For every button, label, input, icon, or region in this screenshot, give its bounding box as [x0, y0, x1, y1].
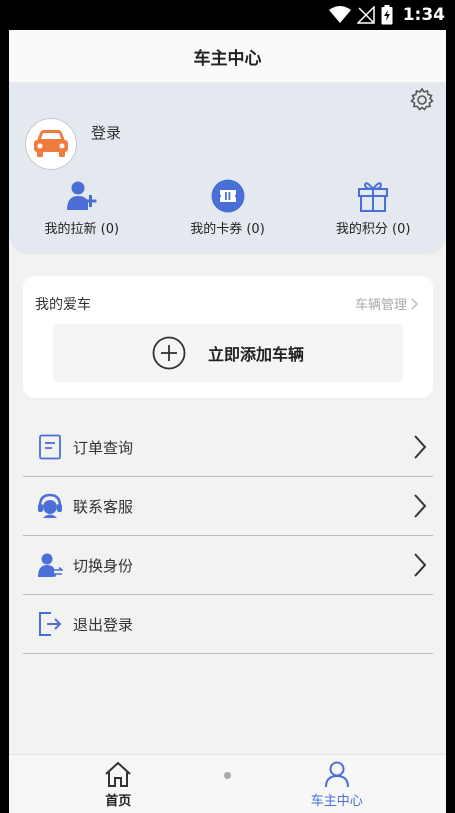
- menu-item-orders[interactable]: 订单查询: [23, 418, 433, 477]
- stat-points-label: 我的积分 (0): [335, 222, 411, 237]
- menu-item-customer-service-label: 联系客服: [73, 497, 134, 516]
- indicator-dot: [224, 772, 231, 779]
- order-icon: [37, 434, 63, 460]
- customer-service-icon: [37, 493, 63, 519]
- stat-points[interactable]: 我的积分 (0): [300, 178, 446, 238]
- vehicle-manage-link[interactable]: 车辆管理: [355, 294, 419, 313]
- signal-icon: [356, 6, 375, 24]
- gear-icon: [410, 87, 434, 111]
- stat-coupons-label: 我的卡券 (0): [190, 222, 265, 237]
- login-link[interactable]: 登录: [91, 122, 121, 143]
- menu-item-switch-identity[interactable]: 切换身份: [23, 536, 433, 595]
- bottom-tab-bar: 首页 车主中心: [9, 754, 446, 813]
- status-bar: 1:34: [0, 0, 455, 30]
- plus-circle-icon: [152, 336, 186, 370]
- menu-item-switch-identity-label: 切换身份: [73, 556, 134, 575]
- stat-referrals-label: 我的拉新 (0): [44, 222, 120, 237]
- menu-item-logout-label: 退出登录: [73, 615, 134, 634]
- settings-button[interactable]: [408, 86, 436, 114]
- chevron-right-icon: [411, 297, 419, 310]
- my-car-title: 我的爱车: [35, 297, 91, 313]
- wifi-icon: [328, 6, 351, 23]
- profile-card: 登录 我的拉新 (0) 我的卡券 (0) 我的积分 (0): [9, 82, 446, 254]
- chevron-right-icon: [414, 553, 427, 577]
- menu-item-logout[interactable]: 退出登录: [23, 595, 433, 654]
- user-add-icon: [64, 178, 100, 214]
- tab-owner-center[interactable]: 车主中心: [228, 755, 447, 813]
- stat-coupons[interactable]: 我的卡券 (0): [155, 178, 301, 238]
- logout-icon: [37, 611, 63, 637]
- app-screen: 车主中心 登录 我的拉新 (0) 我的卡券 (0) 我的积分 (0) 我的爱车 …: [9, 30, 446, 813]
- menu-item-customer-service[interactable]: 联系客服: [23, 477, 433, 536]
- switch-user-icon: [37, 552, 63, 578]
- menu-list: 订单查询 联系客服 切换身份 退出登录: [23, 418, 433, 654]
- chevron-right-icon: [414, 494, 427, 518]
- my-car-card: 我的爱车 车辆管理 立即添加车辆: [23, 276, 433, 398]
- title-bar: 车主中心: [9, 30, 446, 82]
- car-icon: [34, 130, 68, 157]
- tab-owner-center-label: 车主中心: [310, 793, 363, 809]
- stats-row: 我的拉新 (0) 我的卡券 (0) 我的积分 (0): [9, 178, 446, 238]
- gift-icon: [355, 178, 391, 214]
- status-icons: 1:34: [328, 4, 445, 26]
- status-time: 1:34: [402, 5, 445, 25]
- stat-referrals[interactable]: 我的拉新 (0): [9, 178, 155, 238]
- tab-home[interactable]: 首页: [9, 755, 228, 813]
- chevron-right-icon: [414, 435, 427, 459]
- menu-item-orders-label: 订单查询: [73, 438, 134, 457]
- home-icon: [105, 761, 131, 787]
- battery-icon: [381, 5, 393, 25]
- avatar[interactable]: [25, 118, 77, 170]
- add-vehicle-label: 立即添加车辆: [207, 345, 304, 364]
- vehicle-manage-label: 车辆管理: [354, 298, 407, 313]
- tab-home-label: 首页: [105, 793, 132, 809]
- coupon-icon: [210, 178, 246, 214]
- user-icon: [324, 761, 349, 787]
- page-title: 车主中心: [193, 48, 262, 69]
- add-vehicle-button[interactable]: 立即添加车辆: [53, 324, 403, 382]
